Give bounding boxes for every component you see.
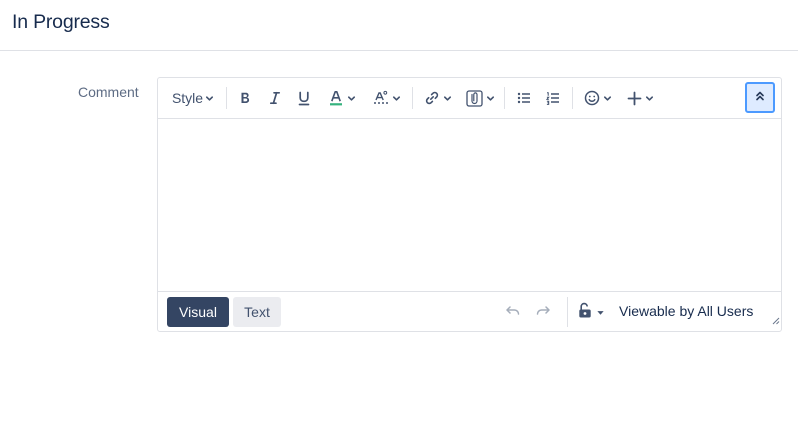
bold-icon <box>238 91 252 105</box>
page-header: In Progress <box>0 0 798 51</box>
attachment-dropdown[interactable] <box>463 78 497 118</box>
bullet-list-button[interactable] <box>513 78 535 118</box>
link-icon <box>424 90 440 106</box>
visual-mode-tab[interactable]: Visual <box>167 297 229 327</box>
bullet-list-icon <box>517 91 531 105</box>
bold-button[interactable] <box>234 78 256 118</box>
comment-editor: Style Visual Text Viewable by All Users <box>157 77 782 332</box>
style-dropdown[interactable]: Style <box>169 78 217 118</box>
style-label: Style <box>171 90 204 106</box>
chevron-down-icon <box>392 94 401 103</box>
page-title: In Progress <box>12 11 110 33</box>
visibility-dropdown[interactable] <box>578 302 605 324</box>
chevron-down-icon <box>603 94 612 103</box>
toolbar-divider <box>504 87 505 109</box>
insert-more-dropdown[interactable] <box>624 78 656 118</box>
italic-button[interactable] <box>264 78 286 118</box>
redo-icon[interactable] <box>535 303 551 324</box>
footer-divider <box>567 297 568 327</box>
emoji-icon <box>584 90 600 106</box>
undo-icon[interactable] <box>505 303 521 324</box>
comment-label: Comment <box>78 84 139 100</box>
underline-icon <box>297 91 311 106</box>
italic-icon <box>268 91 282 105</box>
text-effects-dropdown[interactable] <box>370 78 404 118</box>
collapse-toolbar-icon <box>754 89 766 107</box>
toolbar-divider <box>412 87 413 109</box>
unlock-icon <box>578 302 592 324</box>
text-color-icon <box>329 90 343 106</box>
underline-button[interactable] <box>293 78 315 118</box>
chevron-down-icon <box>443 94 452 103</box>
chevron-down-icon <box>486 94 495 103</box>
text-color-dropdown[interactable] <box>324 78 360 118</box>
toolbar-divider <box>226 87 227 109</box>
text-effects-icon <box>373 90 389 106</box>
visibility-label: Viewable by All Users <box>619 303 754 319</box>
collapse-toolbar-button[interactable] <box>745 82 775 113</box>
numbered-list-icon <box>546 91 560 105</box>
editor-toolbar: Style <box>158 78 781 119</box>
chevron-down-icon <box>205 94 214 103</box>
comment-text-area[interactable] <box>158 119 781 291</box>
insert-plus-icon <box>627 91 642 106</box>
attachment-icon <box>465 89 483 107</box>
caret-down-icon <box>596 304 605 322</box>
chevron-down-icon <box>347 94 356 103</box>
text-mode-tab[interactable]: Text <box>233 297 281 327</box>
numbered-list-button[interactable] <box>542 78 564 118</box>
emoji-dropdown[interactable] <box>581 78 615 118</box>
chevron-down-icon <box>645 94 654 103</box>
toolbar-divider <box>572 87 573 109</box>
link-dropdown[interactable] <box>421 78 455 118</box>
editor-footer: Visual Text Viewable by All Users <box>158 291 781 332</box>
